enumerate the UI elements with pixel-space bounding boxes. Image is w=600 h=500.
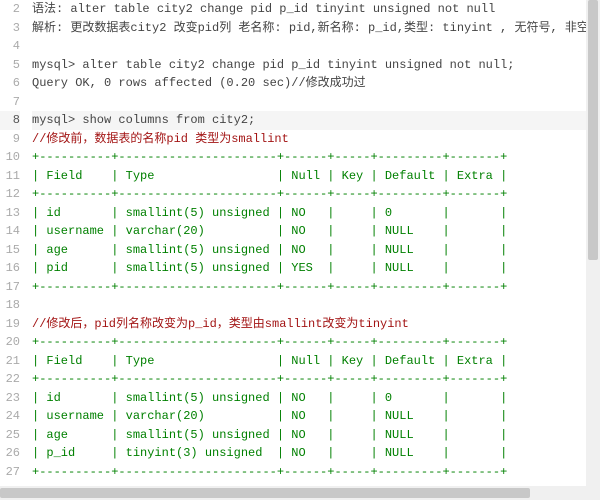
code-text: +----------+----------------------+-----… <box>32 280 507 294</box>
code-line[interactable]: | age | smallint(5) unsigned | NO | | NU… <box>32 426 600 445</box>
code-line[interactable]: | p_id | tinyint(3) unsigned | NO | | NU… <box>32 444 600 463</box>
code-text: Query OK, 0 rows affected (0.20 sec)//修改… <box>32 76 366 90</box>
line-number: 26 <box>0 444 20 463</box>
line-number: 6 <box>0 74 20 93</box>
code-text: | age | smallint(5) unsigned | NO | | NU… <box>32 243 507 257</box>
line-number: 17 <box>0 278 20 297</box>
code-text: | p_id | tinyint(3) unsigned | NO | | NU… <box>32 446 507 460</box>
code-text: +----------+----------------------+-----… <box>32 335 507 349</box>
line-number: 21 <box>0 352 20 371</box>
code-text: mysql> show columns from city2; <box>32 113 255 127</box>
line-number: 3 <box>0 19 20 38</box>
code-line[interactable]: +----------+----------------------+-----… <box>32 185 600 204</box>
code-line[interactable] <box>32 37 600 56</box>
code-text: | age | smallint(5) unsigned | NO | | NU… <box>32 428 507 442</box>
code-text: +----------+----------------------+-----… <box>32 150 507 164</box>
code-text: +----------+----------------------+-----… <box>32 187 507 201</box>
line-number: 15 <box>0 241 20 260</box>
code-line[interactable]: //修改前，数据表的名称pid 类型为smallint <box>32 130 600 149</box>
code-line[interactable]: Query OK, 0 rows affected (0.20 sec)//修改… <box>32 74 600 93</box>
code-line[interactable]: | Field | Type | Null | Key | Default | … <box>32 352 600 371</box>
code-line[interactable] <box>32 93 600 112</box>
code-content[interactable]: 语法: alter table city2 change pid p_id ti… <box>28 0 600 481</box>
code-text: +----------+----------------------+-----… <box>32 372 507 386</box>
line-number: 10 <box>0 148 20 167</box>
code-line[interactable]: +----------+----------------------+-----… <box>32 463 600 482</box>
code-text: | Field | Type | Null | Key | Default | … <box>32 354 507 368</box>
line-number: 16 <box>0 259 20 278</box>
code-line[interactable]: //修改后，pid列名称改变为p_id，类型由smallint改变为tinyin… <box>32 315 600 334</box>
line-number: 7 <box>0 93 20 112</box>
code-line[interactable]: | id | smallint(5) unsigned | NO | | 0 |… <box>32 389 600 408</box>
code-text: 语法: alter table city2 change pid p_id ti… <box>32 2 495 16</box>
code-line[interactable]: | username | varchar(20) | NO | | NULL |… <box>32 222 600 241</box>
code-line[interactable] <box>32 296 600 315</box>
code-line[interactable]: +----------+----------------------+-----… <box>32 148 600 167</box>
code-line[interactable]: | Field | Type | Null | Key | Default | … <box>32 167 600 186</box>
line-number: 19 <box>0 315 20 334</box>
line-number: 9 <box>0 130 20 149</box>
code-text: //修改后，pid列名称改变为p_id，类型由smallint改变为tinyin… <box>32 317 409 331</box>
code-text: | pid | smallint(5) unsigned | YES | | N… <box>32 261 507 275</box>
code-line[interactable]: | username | varchar(20) | NO | | NULL |… <box>32 407 600 426</box>
code-text: | id | smallint(5) unsigned | NO | | 0 |… <box>32 391 507 405</box>
code-line[interactable]: +----------+----------------------+-----… <box>32 370 600 389</box>
line-number: 24 <box>0 407 20 426</box>
line-number: 18 <box>0 296 20 315</box>
code-line[interactable]: | pid | smallint(5) unsigned | YES | | N… <box>32 259 600 278</box>
line-number: 13 <box>0 204 20 223</box>
code-text: mysql> alter table city2 change pid p_id… <box>32 58 514 72</box>
line-number: 11 <box>0 167 20 186</box>
code-line[interactable]: 语法: alter table city2 change pid p_id ti… <box>32 0 600 19</box>
code-line[interactable]: | age | smallint(5) unsigned | NO | | NU… <box>32 241 600 260</box>
vertical-scrollbar-track[interactable] <box>586 0 600 500</box>
code-text: | id | smallint(5) unsigned | NO | | 0 |… <box>32 206 507 220</box>
code-line[interactable]: mysql> alter table city2 change pid p_id… <box>32 56 600 75</box>
code-text: | username | varchar(20) | NO | | NULL |… <box>32 224 507 238</box>
code-line[interactable]: mysql> show columns from city2; <box>32 111 600 130</box>
code-line[interactable]: +----------+----------------------+-----… <box>32 278 600 297</box>
code-line[interactable]: +----------+----------------------+-----… <box>32 333 600 352</box>
line-number: 20 <box>0 333 20 352</box>
code-text: | username | varchar(20) | NO | | NULL |… <box>32 409 507 423</box>
line-number: 5 <box>0 56 20 75</box>
line-number: 27 <box>0 463 20 482</box>
horizontal-scrollbar-thumb[interactable] <box>0 488 530 498</box>
line-number: 12 <box>0 185 20 204</box>
vertical-scrollbar-thumb[interactable] <box>588 0 598 260</box>
code-editor[interactable]: 2345678910111213141516171819202122232425… <box>0 0 600 481</box>
line-number: 4 <box>0 37 20 56</box>
line-number: 25 <box>0 426 20 445</box>
code-line[interactable]: | id | smallint(5) unsigned | NO | | 0 |… <box>32 204 600 223</box>
code-text: //修改前，数据表的名称pid 类型为smallint <box>32 132 289 146</box>
code-text: 解析: 更改数据表city2 改变pid列 老名称: pid,新名称: p_id… <box>32 21 600 35</box>
line-number: 14 <box>0 222 20 241</box>
code-text: | Field | Type | Null | Key | Default | … <box>32 169 507 183</box>
line-number: 8 <box>0 111 20 130</box>
code-text: +----------+----------------------+-----… <box>32 465 507 479</box>
code-line[interactable]: 解析: 更改数据表city2 改变pid列 老名称: pid,新名称: p_id… <box>32 19 600 38</box>
line-number: 23 <box>0 389 20 408</box>
line-number-gutter: 2345678910111213141516171819202122232425… <box>0 0 28 481</box>
line-number: 2 <box>0 0 20 19</box>
horizontal-scrollbar-track[interactable] <box>0 486 600 500</box>
line-number: 22 <box>0 370 20 389</box>
